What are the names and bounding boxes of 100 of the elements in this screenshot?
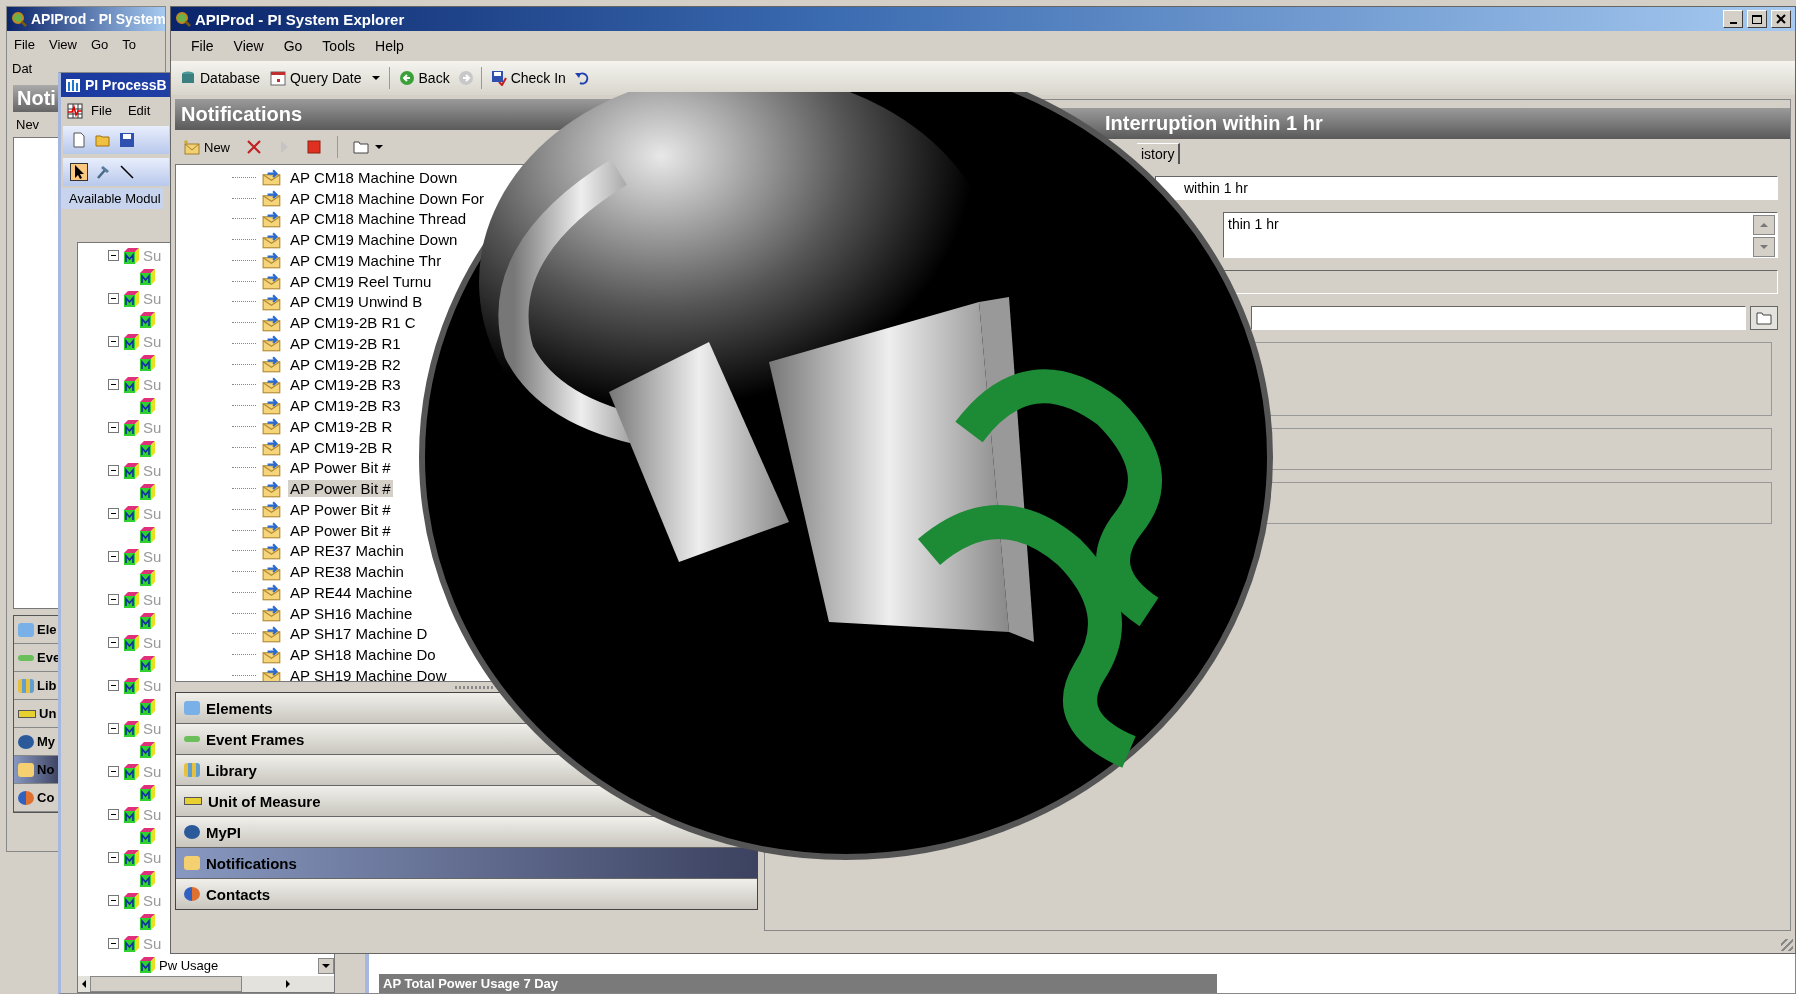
folder-icon (353, 139, 369, 155)
module-cube-icon (138, 870, 156, 889)
collapse-toggle[interactable] (108, 379, 119, 391)
menu-item[interactable]: File (183, 36, 222, 56)
minimize-button[interactable] (1723, 10, 1743, 28)
browse-button[interactable] (1750, 306, 1778, 330)
notification-item[interactable]: AP Power Bit # (288, 521, 393, 539)
menu-item[interactable]: Go (275, 36, 311, 56)
menu-item[interactable]: To (115, 35, 143, 54)
notification-item[interactable]: AP RE44 Machine (288, 583, 415, 601)
envelope-arrow-icon (262, 396, 282, 415)
tree-item[interactable]: Pw Usage (159, 957, 219, 973)
envelope-arrow-icon (262, 541, 282, 560)
module-cube-icon (122, 848, 140, 867)
envelope-arrow-icon (262, 209, 282, 228)
new-button[interactable]: New (179, 136, 235, 158)
notification-item[interactable]: AP CM19-2B R (288, 417, 395, 435)
envelope-arrow-icon (262, 604, 282, 623)
notification-item[interactable]: AP CM19-2B R3 (288, 376, 403, 394)
notification-item[interactable]: AP SH17 Machine D (288, 625, 430, 643)
toolbar-button[interactable]: Dat (7, 58, 38, 79)
collapse-toggle[interactable] (108, 809, 119, 821)
collapse-toggle[interactable] (108, 680, 119, 692)
input-field[interactable] (1251, 306, 1746, 330)
collapse-toggle[interactable] (108, 336, 119, 348)
notification-item[interactable]: AP CM18 Machine Thread (288, 210, 469, 228)
envelope-arrow-icon (262, 168, 282, 187)
module-cube-icon (122, 246, 140, 265)
notification-item[interactable]: AP CM19 Machine Thr (288, 251, 444, 269)
collapse-toggle[interactable] (108, 895, 119, 907)
close-button[interactable] (1771, 10, 1791, 28)
description-field[interactable]: thin 1 hr (1223, 212, 1778, 258)
notification-item[interactable]: AP RE38 Machin (288, 563, 406, 581)
collapse-toggle[interactable] (108, 938, 119, 950)
nav-item[interactable]: Notifications (176, 848, 757, 879)
envelope-arrow-icon (262, 313, 282, 332)
notification-item[interactable]: AP CM19 Unwind B (288, 293, 425, 311)
notification-item[interactable]: AP Power Bit # (288, 459, 393, 477)
envelope-arrow-icon (262, 458, 282, 477)
new-file-icon[interactable] (71, 132, 87, 148)
menu-item[interactable]: Help (367, 36, 412, 56)
notification-item[interactable]: AP SH18 Machine Do (288, 646, 438, 664)
envelope-arrow-icon (262, 500, 282, 519)
chart-icon (65, 77, 81, 93)
module-cube-icon (122, 375, 140, 394)
collapse-toggle[interactable] (108, 508, 119, 520)
collapse-toggle[interactable] (108, 293, 119, 305)
magnifier-globe-icon (175, 11, 191, 27)
module-cube-icon (122, 504, 140, 523)
module-cube-icon (138, 569, 156, 588)
collapse-toggle[interactable] (108, 637, 119, 649)
database-icon (180, 70, 196, 86)
collapse-toggle[interactable] (108, 852, 119, 864)
horizontal-scrollbar[interactable] (78, 976, 334, 992)
collapse-toggle[interactable] (108, 594, 119, 606)
menu-item[interactable]: View (41, 35, 84, 54)
line-tool-icon[interactable] (119, 164, 135, 180)
envelope-arrow-icon (262, 583, 282, 602)
notification-item[interactable]: AP CM18 Machine Down For (288, 189, 486, 207)
module-cube-icon (138, 784, 156, 803)
notification-item[interactable]: AP Power Bit # (288, 500, 393, 518)
module-cube-icon (122, 934, 140, 953)
notification-item[interactable]: AP Power Bit # (288, 480, 393, 498)
collapse-toggle[interactable] (108, 422, 119, 434)
module-cube-icon (122, 891, 140, 910)
checkin-button[interactable]: Check In (485, 67, 571, 89)
notification-item[interactable]: AP SH16 Machine (288, 604, 415, 622)
notification-item[interactable]: AP CM19-2B R3 (288, 397, 403, 415)
notification-item[interactable]: AP CM19 Machine Down (288, 231, 460, 249)
module-cube-icon (138, 741, 156, 760)
menu-item[interactable]: Go (83, 35, 116, 54)
notification-item[interactable]: AP CM19-2B R1 (288, 334, 403, 352)
collapse-toggle[interactable] (108, 723, 119, 735)
notification-item[interactable]: AP CM19-2B R (288, 438, 395, 456)
menu-item[interactable]: View (225, 36, 272, 56)
menu-item[interactable]: File (7, 35, 42, 54)
notification-item[interactable]: AP CM19 Reel Turnu (288, 272, 434, 290)
maximize-button[interactable] (1747, 10, 1767, 28)
notification-item[interactable]: AP SH19 Machine Dow (288, 666, 449, 681)
notification-item[interactable]: AP CM19-2B R1 C (288, 314, 418, 332)
pointer-icon[interactable] (71, 164, 87, 180)
new-button[interactable]: Nev (11, 114, 45, 135)
notification-item[interactable]: AP CM19-2B R2 (288, 355, 403, 373)
envelope-arrow-icon (262, 251, 282, 270)
scroll-up-button[interactable] (1753, 215, 1775, 235)
database-button[interactable]: Database (175, 67, 265, 89)
hammer-icon[interactable] (95, 164, 111, 180)
name-field[interactable]: within 1 hr (1155, 176, 1778, 200)
menu-item[interactable]: Tools (314, 36, 364, 56)
resize-grip[interactable] (1781, 939, 1793, 951)
scroll-down-button[interactable] (318, 958, 334, 974)
back-button[interactable]: Back (393, 67, 455, 89)
save-icon[interactable] (119, 132, 135, 148)
collapse-toggle[interactable] (108, 250, 119, 262)
notification-item[interactable]: AP RE37 Machin (288, 542, 406, 560)
notification-item[interactable]: AP CM18 Machine Down (288, 168, 460, 186)
collapse-toggle[interactable] (108, 465, 119, 477)
calendar-button[interactable]: Query Date (264, 67, 385, 89)
collapse-toggle[interactable] (108, 551, 119, 563)
collapse-toggle[interactable] (108, 766, 119, 778)
